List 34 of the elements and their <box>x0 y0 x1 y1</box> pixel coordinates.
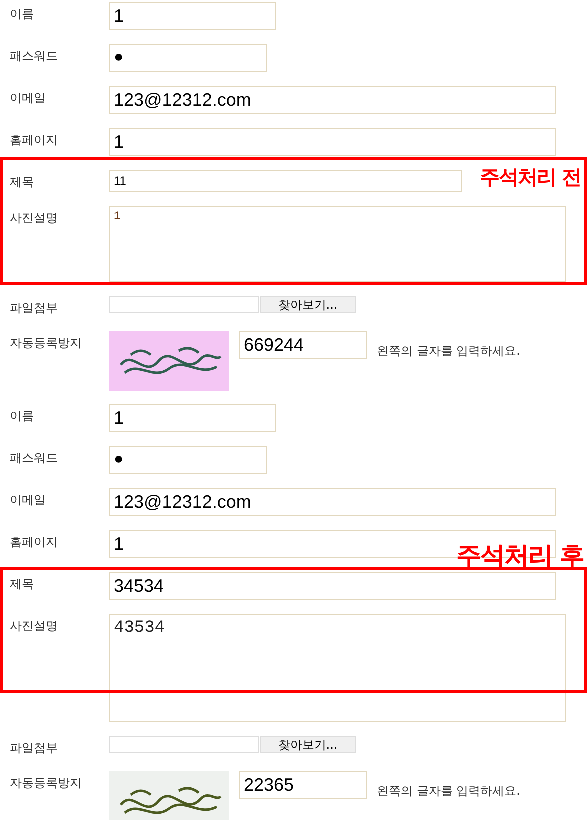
field-label: 홈페이지 <box>9 132 59 149</box>
password-field[interactable]: ● <box>109 44 267 72</box>
captcha-field[interactable]: 22365 <box>239 771 367 799</box>
name-field[interactable]: 1 <box>109 404 276 432</box>
field-label: 패스워드 <box>9 48 59 65</box>
email-field[interactable]: 123@12312.com <box>109 488 556 516</box>
field-label: 이메일 <box>9 90 47 107</box>
field-label: 파일첨부 <box>9 740 59 757</box>
captcha-hint: 왼쪽의 글자를 입력하세요. <box>377 783 520 800</box>
field-label: 이름 <box>9 408 35 425</box>
title-field[interactable]: 11 <box>109 170 462 192</box>
description-field[interactable]: 1 <box>109 206 566 282</box>
field-label: 패스워드 <box>9 450 59 467</box>
homepage-field[interactable]: 1 <box>109 128 556 156</box>
field-label: 사진설명 <box>9 210 59 227</box>
captcha-hint: 왼쪽의 글자를 입력하세요. <box>377 343 520 360</box>
password-field[interactable]: ● <box>109 446 267 474</box>
name-field[interactable]: 1 <box>109 2 276 30</box>
browse-button[interactable]: 찾아보기... <box>260 296 356 313</box>
description-field[interactable]: 43534 <box>109 614 566 722</box>
email-field[interactable]: 123@12312.com <box>109 86 556 114</box>
annotation-label: 주석처리 전 <box>480 164 581 191</box>
field-label: 제목 <box>9 576 35 593</box>
field-label: 이름 <box>9 6 35 23</box>
field-label: 자동등록방지 <box>9 775 83 792</box>
field-label: 파일첨부 <box>9 300 59 317</box>
field-label: 이메일 <box>9 492 47 509</box>
field-label: 홈페이지 <box>9 534 59 551</box>
field-label: 자동등록방지 <box>9 335 83 352</box>
title-field[interactable]: 34534 <box>109 572 556 600</box>
field-label: 사진설명 <box>9 618 59 635</box>
captcha-field[interactable]: 669244 <box>239 331 367 359</box>
browse-button[interactable]: 찾아보기... <box>260 736 356 753</box>
field-label: 제목 <box>9 174 35 191</box>
